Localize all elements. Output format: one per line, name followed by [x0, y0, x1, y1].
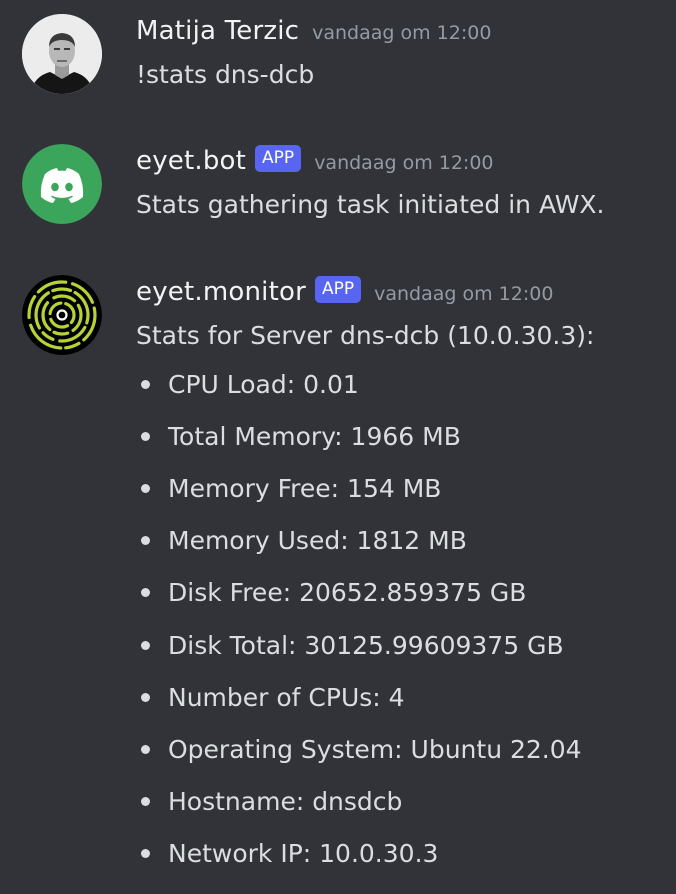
- timestamp[interactable]: vandaag om 12:00: [374, 283, 553, 305]
- bullet-icon: [141, 431, 150, 441]
- concentric-rings-logo-icon: [22, 275, 102, 355]
- stat-text: Total Memory: 1966 MB: [168, 421, 461, 451]
- message-header: eyet.bot APP vandaag om 12:00: [136, 144, 494, 176]
- stats-list: CPU Load: 0.01 Total Memory: 1966 MB Mem…: [136, 358, 582, 880]
- bot-avatar[interactable]: [22, 144, 102, 224]
- username[interactable]: Matija Terzic: [136, 16, 299, 46]
- message-header: eyet.monitor APP vandaag om 12:00: [136, 275, 553, 307]
- username[interactable]: eyet.monitor: [136, 277, 306, 307]
- message-header: Matija Terzic vandaag om 12:00: [136, 16, 491, 46]
- discord-logo-icon: [22, 144, 102, 224]
- stats-list-item: CPU Load: 0.01: [136, 358, 582, 410]
- stats-list-item: Disk Total: 30125.99609375 GB: [136, 619, 582, 671]
- stat-text: CPU Load: 0.01: [168, 369, 359, 399]
- stat-text: Memory Free: 154 MB: [168, 473, 442, 503]
- message-content: !stats dns-dcb: [136, 60, 315, 89]
- app-badge: APP: [314, 275, 362, 303]
- stats-list-item: Operating System: Ubuntu 22.04: [136, 723, 582, 775]
- stat-text: Number of CPUs: 4: [168, 682, 405, 712]
- bullet-icon: [141, 692, 150, 702]
- stats-list-item: Disk Free: 20652.859375 GB: [136, 567, 582, 619]
- app-badge: APP: [255, 144, 302, 172]
- stat-text: Disk Total: 30125.99609375 GB: [168, 630, 564, 660]
- bullet-icon: [141, 640, 150, 650]
- stats-list-item: Memory Free: 154 MB: [136, 462, 582, 514]
- message-content: Stats gathering task initiated in AWX.: [136, 190, 605, 219]
- stats-list-item: Memory Used: 1812 MB: [136, 515, 582, 567]
- stats-list-item: Total Memory: 1966 MB: [136, 410, 582, 462]
- timestamp[interactable]: vandaag om 12:00: [312, 22, 491, 44]
- stat-text: Operating System: Ubuntu 22.04: [168, 734, 582, 764]
- message-matija-terzic: Matija Terzic vandaag om 12:00 !stats dn…: [0, 0, 676, 110]
- bullet-icon: [141, 536, 150, 546]
- bullet-icon: [141, 379, 150, 389]
- stats-list-item: Hostname: dnsdcb: [136, 776, 582, 828]
- message-content: Stats for Server dns-dcb (10.0.30.3):: [136, 321, 595, 350]
- bullet-icon: [141, 588, 150, 598]
- stats-list-item: Network IP: 10.0.30.3: [136, 828, 582, 880]
- stat-text: Network IP: 10.0.30.3: [168, 839, 439, 869]
- timestamp[interactable]: vandaag om 12:00: [314, 152, 493, 174]
- user-avatar[interactable]: [22, 14, 102, 94]
- stat-text: Hostname: dnsdcb: [168, 787, 403, 817]
- bullet-icon: [141, 483, 150, 493]
- stat-text: Disk Free: 20652.859375 GB: [168, 578, 527, 608]
- bullet-icon: [141, 849, 150, 859]
- stat-text: Memory Used: 1812 MB: [168, 526, 467, 556]
- monitor-avatar[interactable]: [22, 275, 102, 355]
- user-photo-icon: [22, 14, 102, 94]
- stats-list-item: Number of CPUs: 4: [136, 671, 582, 723]
- bullet-icon: [141, 744, 150, 754]
- username[interactable]: eyet.bot: [136, 146, 246, 176]
- bullet-icon: [141, 797, 150, 807]
- message-eyet-bot: eyet.bot APP vandaag om 12:00 Stats gath…: [0, 130, 676, 240]
